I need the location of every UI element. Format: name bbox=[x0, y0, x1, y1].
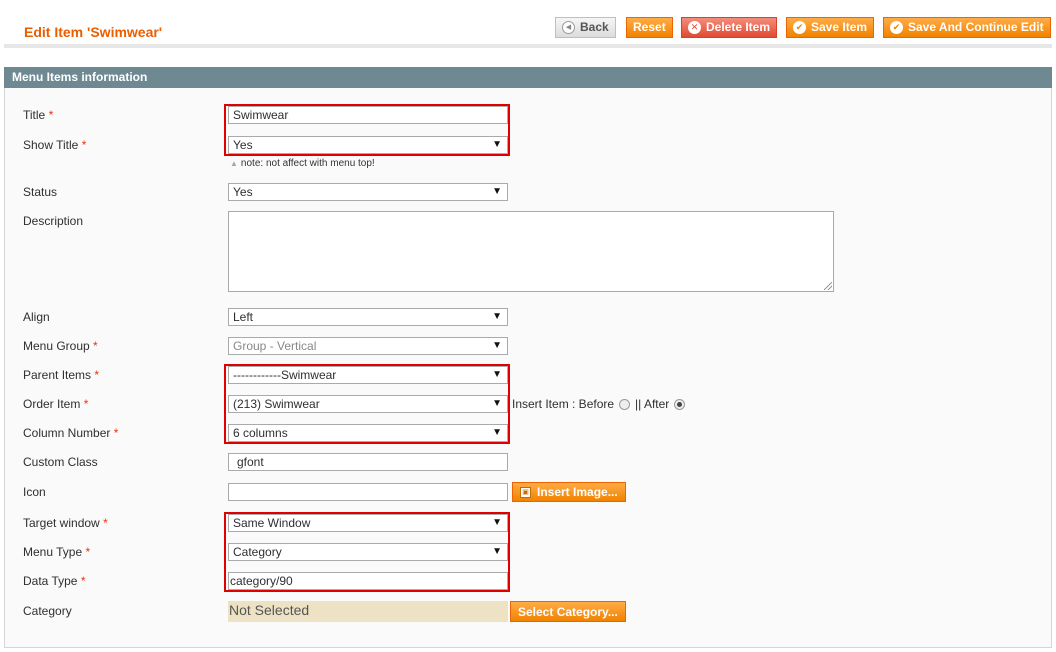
back-button-label: Back bbox=[580, 20, 609, 34]
parent-items-select[interactable]: ------------Swimwear ▼ bbox=[228, 366, 508, 384]
category-value: Not Selected bbox=[228, 601, 508, 622]
chevron-down-icon: ▼ bbox=[492, 311, 502, 322]
category-label: Category bbox=[23, 604, 72, 618]
delete-item-button-label: Delete Item bbox=[706, 20, 771, 34]
status-label: Status bbox=[23, 185, 58, 199]
chevron-down-icon: ▼ bbox=[492, 427, 502, 438]
reset-button[interactable]: Reset bbox=[626, 17, 673, 38]
custom-class-label: Custom Class bbox=[23, 455, 98, 469]
order-item-label: Order Item * bbox=[23, 397, 89, 411]
show-title-note: ▲ note: not affect with menu top! bbox=[230, 158, 375, 169]
menu-group-select[interactable]: Group - Vertical ▼ bbox=[228, 337, 508, 355]
data-type-input[interactable]: category/90 bbox=[228, 572, 508, 590]
insert-before-radio[interactable] bbox=[619, 398, 631, 410]
menu-group-label: Menu Group * bbox=[23, 339, 98, 353]
icon-input[interactable] bbox=[228, 483, 508, 501]
save-item-button[interactable]: ✔ Save Item bbox=[786, 17, 875, 38]
back-arrow-icon: ◀ bbox=[562, 21, 575, 34]
order-item-select[interactable]: (213) Swimwear ▼ bbox=[228, 395, 508, 413]
insert-after-radio[interactable] bbox=[674, 398, 686, 410]
align-select[interactable]: Left ▼ bbox=[228, 308, 508, 326]
back-button[interactable]: ◀ Back bbox=[555, 17, 616, 38]
chevron-down-icon: ▼ bbox=[492, 139, 502, 150]
chevron-down-icon: ▼ bbox=[492, 546, 502, 557]
chevron-down-icon: ▼ bbox=[492, 369, 502, 380]
reset-button-label: Reset bbox=[633, 20, 666, 34]
menu-type-select[interactable]: Category ▼ bbox=[228, 543, 508, 561]
delete-item-button[interactable]: ✕ Delete Item bbox=[681, 17, 778, 38]
show-title-label: Show Title * bbox=[23, 138, 87, 152]
fieldset-header: Menu Items information bbox=[4, 67, 1052, 88]
save-check-icon: ✔ bbox=[793, 21, 806, 34]
menu-type-label: Menu Type * bbox=[23, 545, 91, 559]
chevron-down-icon: ▼ bbox=[492, 398, 502, 409]
target-window-label: Target window * bbox=[23, 516, 108, 530]
description-textarea[interactable] bbox=[228, 211, 834, 292]
resize-grip-icon[interactable] bbox=[824, 282, 832, 290]
delete-x-icon: ✕ bbox=[688, 21, 701, 34]
chevron-down-icon: ▼ bbox=[492, 186, 502, 197]
target-window-select[interactable]: Same Window ▼ bbox=[228, 514, 508, 532]
save-and-continue-button-label: Save And Continue Edit bbox=[908, 20, 1044, 34]
insert-item-options: Insert Item : Before || After bbox=[512, 397, 688, 411]
save-item-button-label: Save Item bbox=[811, 20, 868, 34]
page-title: Edit Item 'Swimwear' bbox=[24, 24, 163, 40]
insert-after-label: || After bbox=[635, 397, 670, 411]
insert-image-button-label: Insert Image... bbox=[537, 485, 618, 499]
save-and-continue-button[interactable]: ✔ Save And Continue Edit bbox=[883, 17, 1051, 38]
header-divider bbox=[4, 44, 1052, 48]
save-continue-check-icon: ✔ bbox=[890, 21, 903, 34]
fieldset-body bbox=[4, 88, 1052, 648]
image-icon: ▣ bbox=[520, 486, 531, 498]
align-label: Align bbox=[23, 310, 50, 324]
column-number-select[interactable]: 6 columns ▼ bbox=[228, 424, 508, 442]
custom-class-input[interactable]: gfont bbox=[228, 453, 508, 471]
insert-image-button[interactable]: ▣ Insert Image... bbox=[512, 482, 626, 502]
data-type-label: Data Type * bbox=[23, 574, 86, 588]
chevron-down-icon: ▼ bbox=[492, 517, 502, 528]
description-label: Description bbox=[23, 214, 84, 228]
triangle-up-icon: ▲ bbox=[230, 159, 238, 168]
show-title-select[interactable]: Yes ▼ bbox=[228, 136, 508, 154]
select-category-button-label: Select Category... bbox=[518, 604, 618, 619]
icon-label: Icon bbox=[23, 485, 46, 499]
title-label: Title * bbox=[23, 108, 54, 122]
parent-items-label: Parent Items * bbox=[23, 368, 100, 382]
select-category-button[interactable]: Select Category... bbox=[510, 601, 626, 622]
status-select[interactable]: Yes ▼ bbox=[228, 183, 508, 201]
chevron-down-icon: ▼ bbox=[492, 340, 502, 351]
column-number-label: Column Number * bbox=[23, 426, 119, 440]
title-input[interactable]: Swimwear bbox=[228, 106, 508, 124]
insert-item-label: Insert Item : Before bbox=[512, 397, 615, 411]
